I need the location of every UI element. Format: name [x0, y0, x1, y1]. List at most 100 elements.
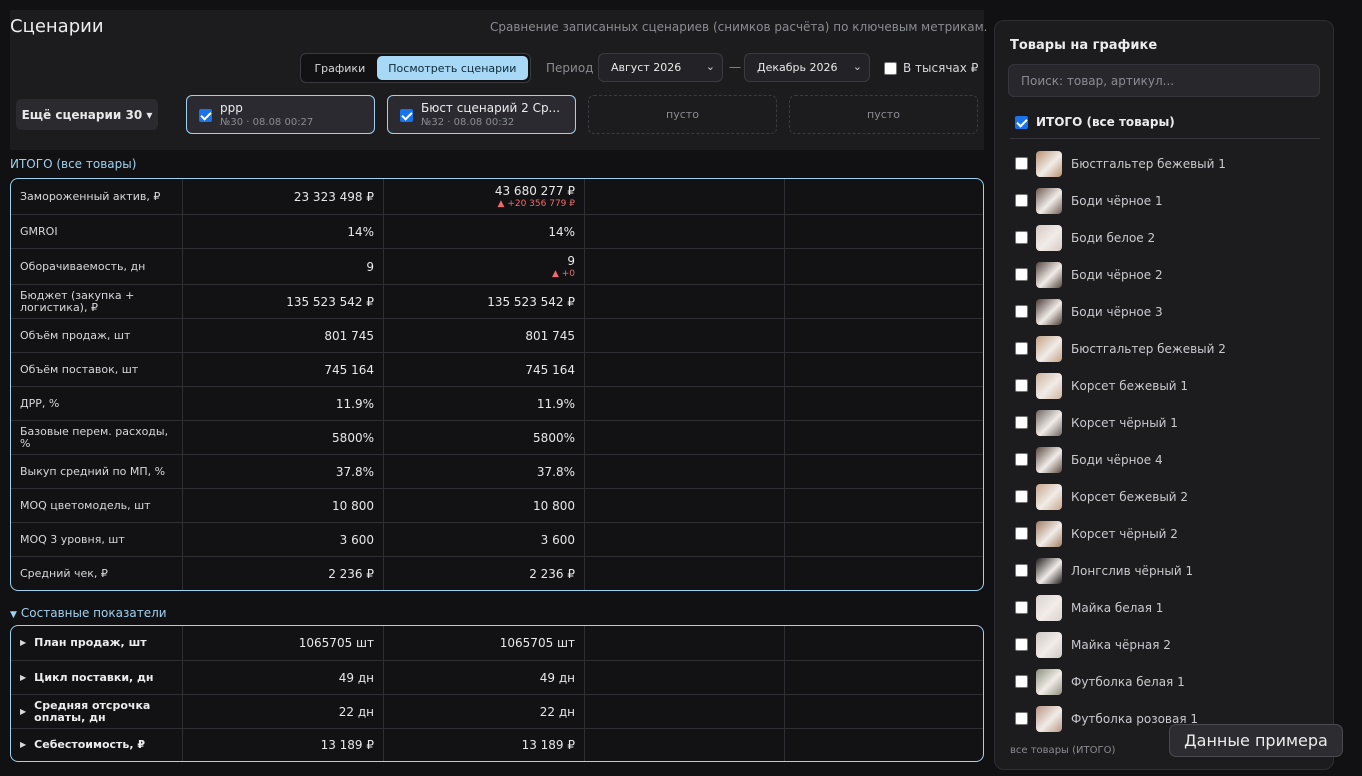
- empty-scenario-slot[interactable]: пусто: [588, 95, 777, 134]
- all-products-checkbox[interactable]: [1015, 115, 1028, 129]
- thousands-toggle[interactable]: В тысячах ₽: [884, 61, 978, 75]
- metric-label: ▶ Цикл поставки, дн: [11, 661, 182, 694]
- metric-label: Замороженный актив, ₽: [11, 179, 182, 214]
- scenario-name: Бюст сценарий 2 Ср...: [421, 101, 561, 115]
- metric-value: 5800%: [332, 430, 374, 445]
- thousands-checkbox[interactable]: [884, 61, 897, 75]
- all-products-toggle[interactable]: ИТОГО (все товары): [1015, 115, 1175, 129]
- table-row: Оборачиваемость, дн 9 9 ▲ +0: [11, 248, 983, 284]
- metric-label-text: ДРР, %: [20, 396, 60, 410]
- product-name: Боди чёрное 3: [1071, 304, 1163, 319]
- empty-cell: [584, 285, 784, 318]
- product-checkbox[interactable]: [1015, 675, 1028, 688]
- table-row[interactable]: ▶ План продаж, шт 1065705 шт 1065705 шт: [11, 626, 983, 660]
- product-checkbox[interactable]: [1015, 268, 1028, 281]
- empty-cell: [784, 249, 983, 284]
- scenario-checkbox[interactable]: [199, 109, 212, 122]
- scenario-value-cell: 14%: [182, 215, 383, 248]
- scenario-checkbox[interactable]: [400, 109, 413, 122]
- metric-value: 2 236 ₽: [529, 566, 575, 581]
- product-checkbox[interactable]: [1015, 231, 1028, 244]
- metric-value: 1065705 шт: [499, 636, 575, 650]
- product-checkbox[interactable]: [1015, 638, 1028, 651]
- product-checkbox[interactable]: [1015, 564, 1028, 577]
- metric-label-text: Средняя отсрочка оплаты, дн: [34, 698, 151, 724]
- totals-section-title: ИТОГО (все товары): [10, 157, 137, 171]
- product-checkbox[interactable]: [1015, 305, 1028, 318]
- product-thumbnail: [1036, 372, 1062, 399]
- table-row[interactable]: ▶ Средняя отсрочка оплаты, дн 22 дн 22 дн: [11, 694, 983, 728]
- metric-label-text: Объём продаж, шт: [20, 328, 131, 342]
- product-thumbnail: [1036, 187, 1062, 214]
- product-checkbox[interactable]: [1015, 712, 1028, 725]
- product-search-input[interactable]: [1008, 64, 1320, 97]
- list-item[interactable]: Майка чёрная 2: [995, 626, 1333, 663]
- product-checkbox[interactable]: [1015, 379, 1028, 392]
- empty-scenario-slot[interactable]: пусто: [789, 95, 978, 134]
- table-row[interactable]: ▶ Себестоимость, ₽ 13 189 ₽ 13 189 ₽: [11, 728, 983, 761]
- table-row[interactable]: ▶ Цикл поставки, дн 49 дн 49 дн: [11, 660, 983, 694]
- product-thumbnail: [1036, 446, 1062, 473]
- metric-label-text: Оборачиваемость, дн: [20, 259, 146, 273]
- scenario-value-cell: 22 дн: [182, 695, 383, 728]
- scenario-card[interactable]: ppp №30 · 08.08 00:27: [186, 95, 375, 134]
- empty-cell: [584, 215, 784, 248]
- composite-section-toggle[interactable]: ▼ Составные показатели: [10, 606, 167, 620]
- product-checkbox[interactable]: [1015, 601, 1028, 614]
- metric-label: Объём поставок, шт: [11, 353, 182, 386]
- product-thumbnail: [1036, 631, 1062, 658]
- product-checkbox[interactable]: [1015, 157, 1028, 170]
- product-checkbox[interactable]: [1015, 527, 1028, 540]
- tab-scenarios[interactable]: Посмотреть сценарии: [376, 56, 528, 80]
- list-item[interactable]: Корсет чёрный 1: [995, 404, 1333, 441]
- table-row: GMROI 14% 14%: [11, 214, 983, 248]
- tab-charts[interactable]: Графики: [303, 56, 377, 80]
- product-checkbox[interactable]: [1015, 453, 1028, 466]
- product-checkbox[interactable]: [1015, 416, 1028, 429]
- expand-icon[interactable]: ▶: [20, 637, 26, 649]
- product-checkbox[interactable]: [1015, 342, 1028, 355]
- scenario-value-cell: 10 800: [383, 489, 584, 522]
- expand-icon[interactable]: ▶: [20, 739, 26, 751]
- empty-cell: [784, 489, 983, 522]
- list-item[interactable]: Боди чёрное 2: [995, 256, 1333, 293]
- metric-value: 13 189 ₽: [521, 738, 575, 752]
- scenario-value-cell: 2 236 ₽: [182, 557, 383, 590]
- list-item[interactable]: Бюстгальтер бежевый 1: [995, 145, 1333, 182]
- empty-cell: [784, 695, 983, 728]
- empty-cell: [784, 661, 983, 694]
- composite-table: ▶ План продаж, шт 1065705 шт 1065705 шт ▶ Цик…: [10, 625, 984, 762]
- metric-label-text: MOQ цветомодель, шт: [20, 498, 151, 512]
- scenario-value-cell: 11.9%: [182, 387, 383, 420]
- list-item[interactable]: Майка белая 1: [995, 589, 1333, 626]
- product-list: Бюстгальтер бежевый 1 Боди чёрное 1 Боди б…: [995, 145, 1333, 737]
- list-item[interactable]: Бюстгальтер бежевый 2: [995, 330, 1333, 367]
- list-item[interactable]: Футболка белая 1: [995, 663, 1333, 700]
- list-item[interactable]: Лонгслив чёрный 1: [995, 552, 1333, 589]
- product-checkbox[interactable]: [1015, 490, 1028, 503]
- list-item[interactable]: Боди чёрное 4: [995, 441, 1333, 478]
- product-checkbox[interactable]: [1015, 194, 1028, 207]
- list-item[interactable]: Корсет бежевый 1: [995, 367, 1333, 404]
- scenario-value-cell: 22 дн: [383, 695, 584, 728]
- scenario-card[interactable]: Бюст сценарий 2 Ср... №32 · 08.08 00:32: [387, 95, 576, 134]
- metric-value: 49 дн: [338, 670, 374, 685]
- metric-value: 9: [567, 254, 575, 268]
- list-item[interactable]: Боди белое 2: [995, 219, 1333, 256]
- period-to-select[interactable]: Декабрь 2026 ⌄: [744, 53, 870, 82]
- expand-icon[interactable]: ▶: [20, 706, 26, 718]
- product-thumbnail: [1036, 668, 1062, 695]
- list-item[interactable]: Корсет чёрный 2: [995, 515, 1333, 552]
- more-scenarios-button[interactable]: Ещё сценарии 30 ▾: [16, 99, 158, 130]
- demo-data-button[interactable]: Данные примера: [1169, 724, 1343, 757]
- composite-section-title: Составные показатели: [20, 606, 167, 620]
- list-item[interactable]: Корсет бежевый 2: [995, 478, 1333, 515]
- list-item[interactable]: Боди чёрное 3: [995, 293, 1333, 330]
- list-item[interactable]: Боди чёрное 1: [995, 182, 1333, 219]
- metric-value: 745 164: [525, 362, 575, 377]
- empty-cell: [584, 489, 784, 522]
- period-from-select[interactable]: Август 2026 ⌄: [598, 53, 723, 82]
- expand-icon[interactable]: ▶: [20, 672, 26, 684]
- empty-cell: [584, 455, 784, 488]
- table-row: MOQ цветомодель, шт 10 800 10 800: [11, 488, 983, 522]
